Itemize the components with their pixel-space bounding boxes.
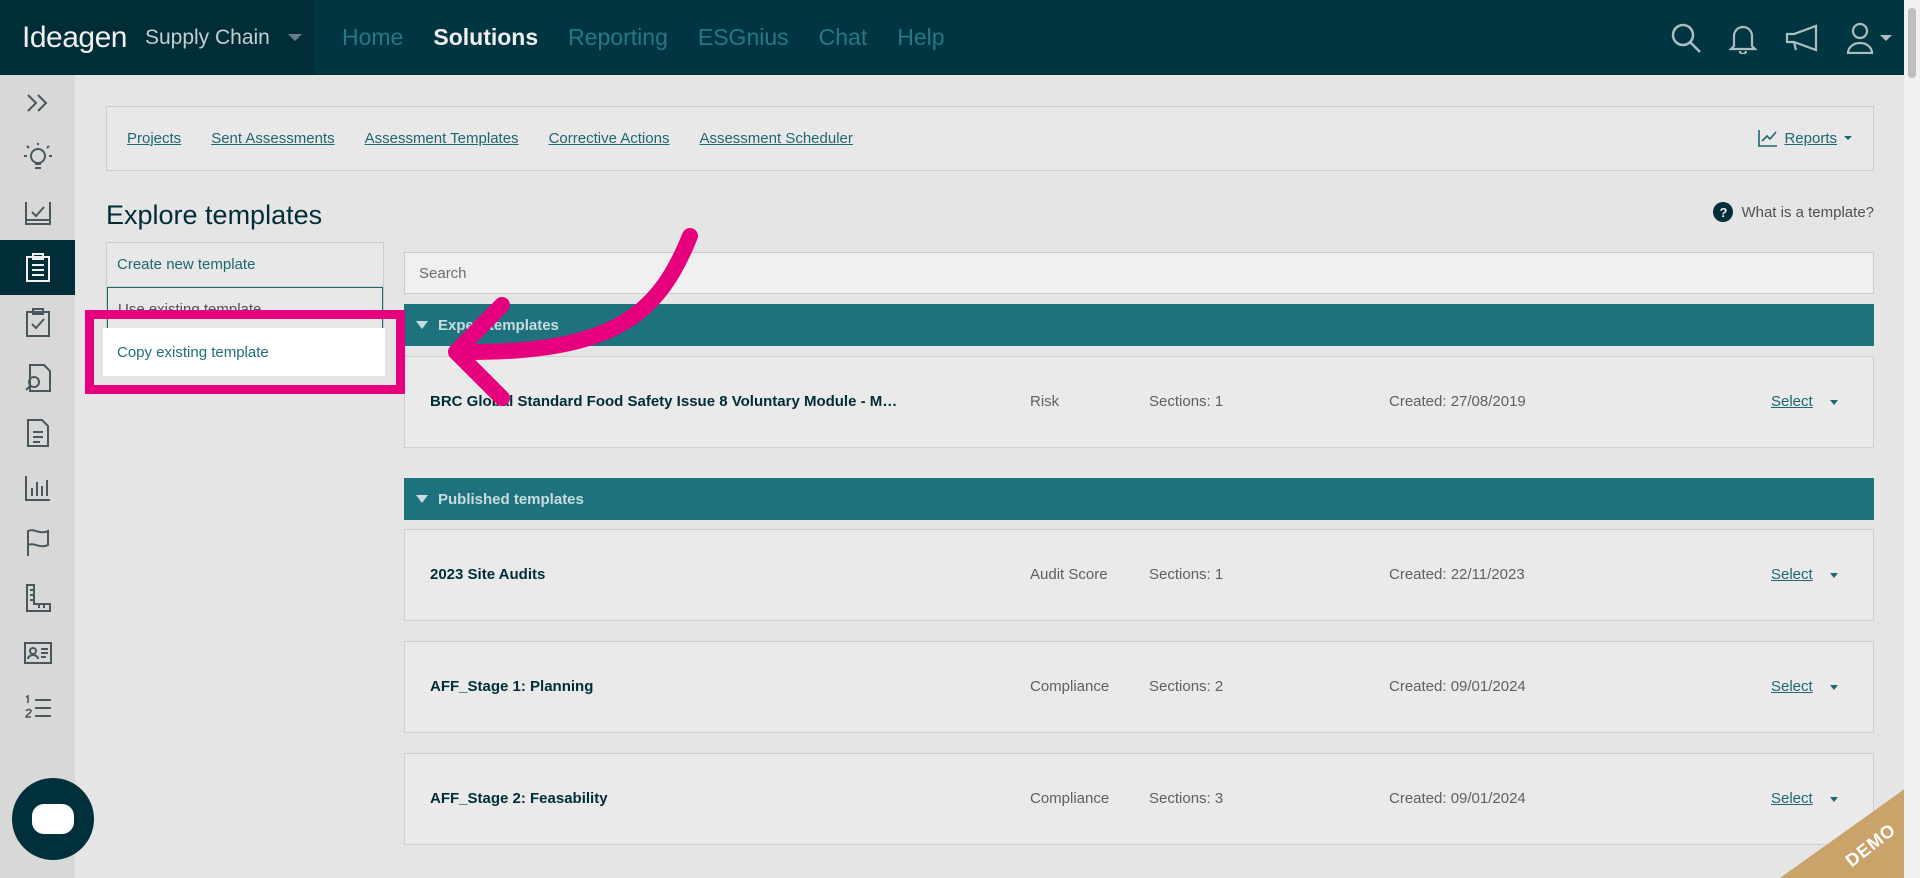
main-nav: Home Solutions Reporting ESGnius Chat He… <box>342 24 945 51</box>
rail-templates[interactable] <box>0 240 75 295</box>
subnav-projects[interactable]: Projects <box>127 130 181 147</box>
double-chevron-right-icon <box>26 93 47 112</box>
question-icon: ? <box>1713 202 1734 222</box>
trend-chart-icon <box>1758 130 1778 147</box>
help-link[interactable]: ? What is a template? <box>1713 202 1874 222</box>
flag-icon <box>26 528 49 556</box>
subnav-assessment-scheduler[interactable]: Assessment Scheduler <box>699 130 852 147</box>
nav-solutions[interactable]: Solutions <box>433 24 538 51</box>
caret-down-icon[interactable] <box>1830 573 1838 578</box>
tray-check-icon <box>24 201 51 225</box>
caret-down-icon <box>1844 136 1852 140</box>
template-type: Compliance <box>1030 790 1110 807</box>
rail-flags[interactable] <box>0 515 75 570</box>
top-icons <box>1670 0 1892 75</box>
template-sections: Sections: 1 <box>1149 393 1224 410</box>
template-type: Compliance <box>1030 678 1110 695</box>
subnav-sent-assessments[interactable]: Sent Assessments <box>211 130 334 147</box>
brand[interactable]: Ideagen Supply Chain <box>0 0 314 75</box>
table-row: AFF_Stage 1: Planning Compliance Section… <box>404 641 1874 733</box>
triangle-down-icon <box>416 495 428 503</box>
reports-dropdown[interactable]: Reports <box>1758 129 1853 147</box>
template-created: Created: 27/08/2019 <box>1389 393 1526 410</box>
template-type: Audit Score <box>1030 566 1108 583</box>
search-input[interactable] <box>404 252 1874 294</box>
published-templates-header[interactable]: Published templates <box>404 478 1874 520</box>
clipboard-list-icon <box>25 252 50 282</box>
create-new-template[interactable]: Create new template <box>107 243 383 287</box>
rail-inbox[interactable] <box>0 185 75 240</box>
template-sections: Sections: 1 <box>1149 566 1224 583</box>
rail-contacts[interactable] <box>0 625 75 680</box>
rail-ideas[interactable] <box>0 130 75 185</box>
template-created: Created: 22/11/2023 <box>1389 566 1525 583</box>
nav-esgnius[interactable]: ESGnius <box>698 24 789 51</box>
caret-down-icon[interactable] <box>1830 685 1838 690</box>
reports-label: Reports <box>1784 129 1837 147</box>
template-type: Risk <box>1030 393 1060 410</box>
nav-chat[interactable]: Chat <box>819 24 868 51</box>
page-scrollbar[interactable] <box>1904 0 1920 878</box>
nav-reporting[interactable]: Reporting <box>568 24 668 51</box>
template-created: Created: 09/01/2024 <box>1389 678 1526 695</box>
scrollbar-thumb[interactable] <box>1908 8 1916 78</box>
rail-list[interactable] <box>0 680 75 735</box>
published-templates-title: Published templates <box>438 490 584 508</box>
select-button[interactable]: Select <box>1771 393 1813 410</box>
bar-chart-icon <box>24 475 50 501</box>
demo-badge: DEMO <box>1780 778 1920 878</box>
chat-button[interactable] <box>12 778 94 860</box>
select-button[interactable]: Select <box>1771 566 1813 583</box>
chevron-down-icon[interactable] <box>287 34 302 41</box>
triangle-down-icon <box>416 321 428 329</box>
sub-nav: Projects Sent Assessments Assessment Tem… <box>106 106 1874 171</box>
ruler-icon <box>25 583 51 612</box>
expert-templates-title: Expert templates <box>438 316 559 334</box>
rail-measure[interactable] <box>0 570 75 625</box>
template-sections: Sections: 2 <box>1149 678 1224 695</box>
template-name: AFF_Stage 2: Feasability <box>430 790 608 807</box>
table-row: AFF_Stage 2: Feasability Compliance Sect… <box>404 753 1874 845</box>
id-card-icon <box>23 641 52 664</box>
clipboard-check-icon <box>25 307 50 337</box>
subnav-corrective-actions[interactable]: Corrective Actions <box>549 130 670 147</box>
tutorial-highlight <box>85 310 405 394</box>
template-sections: Sections: 3 <box>1149 790 1224 807</box>
user-icon[interactable] <box>1846 22 1892 54</box>
megaphone-icon[interactable] <box>1784 23 1820 53</box>
product-name: Supply Chain <box>144 25 270 49</box>
rail-assessments[interactable] <box>0 295 75 350</box>
bell-icon[interactable] <box>1728 22 1758 54</box>
rail-expand[interactable] <box>0 75 75 130</box>
rail-documents[interactable] <box>0 405 75 460</box>
template-name: AFF_Stage 1: Planning <box>430 678 594 695</box>
template-name: 2023 Site Audits <box>430 566 546 583</box>
table-row: BRC Global Standard Food Safety Issue 8 … <box>404 356 1874 448</box>
rail-document-search[interactable] <box>0 350 75 405</box>
nav-help[interactable]: Help <box>897 24 944 51</box>
expert-templates-header[interactable]: Expert templates <box>404 304 1874 346</box>
document-icon <box>26 418 49 447</box>
caret-down-icon[interactable] <box>1830 400 1838 405</box>
lightbulb-icon <box>23 142 52 169</box>
page-title: Explore templates <box>106 200 323 230</box>
brand-logo: Ideagen <box>22 20 127 54</box>
nav-home[interactable]: Home <box>342 24 403 51</box>
search-icon[interactable] <box>1670 22 1702 54</box>
select-button[interactable]: Select <box>1771 678 1813 695</box>
rail-analytics[interactable] <box>0 460 75 515</box>
template-name: BRC Global Standard Food Safety Issue 8 … <box>430 393 900 410</box>
document-search-icon <box>24 363 51 392</box>
help-text: What is a template? <box>1741 203 1874 221</box>
subnav-assessment-templates[interactable]: Assessment Templates <box>365 130 519 147</box>
table-row: 2023 Site Audits Audit Score Sections: 1… <box>404 529 1874 621</box>
chat-bubble-icon <box>32 804 74 834</box>
template-created: Created: 09/01/2024 <box>1389 790 1526 807</box>
left-rail <box>0 75 75 878</box>
numbered-list-icon <box>24 694 51 718</box>
top-bar: Ideagen Supply Chain Home Solutions Repo… <box>0 0 1920 75</box>
